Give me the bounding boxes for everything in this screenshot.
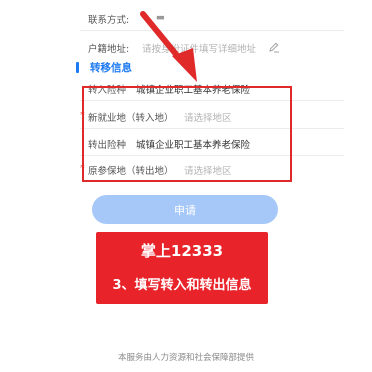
section-accent-bar xyxy=(76,62,79,73)
footer-text: 本服务由人力资源和社会保障部提供 xyxy=(117,353,254,363)
banner-title: 掌上12333 xyxy=(140,242,224,260)
section-title-text: 转移信息 xyxy=(90,62,132,74)
red-arrow-icon xyxy=(140,11,197,82)
highlight-box xyxy=(82,86,292,182)
apply-button[interactable]: 申请 xyxy=(92,195,278,224)
address-label: 户籍地址: xyxy=(88,44,130,55)
contact-label: 联系方式: xyxy=(88,15,130,26)
divider xyxy=(80,30,344,31)
banner-subtitle: 3、填写转入和转出信息 xyxy=(112,278,252,293)
address-input[interactable]: 请按身份证件填写详细地址 xyxy=(142,41,256,55)
instruction-banner: 掌上12333 3、填写转入和转出信息 xyxy=(96,232,268,304)
edit-icon[interactable] xyxy=(268,41,280,53)
contact-value[interactable]: ▬ xyxy=(156,12,165,23)
